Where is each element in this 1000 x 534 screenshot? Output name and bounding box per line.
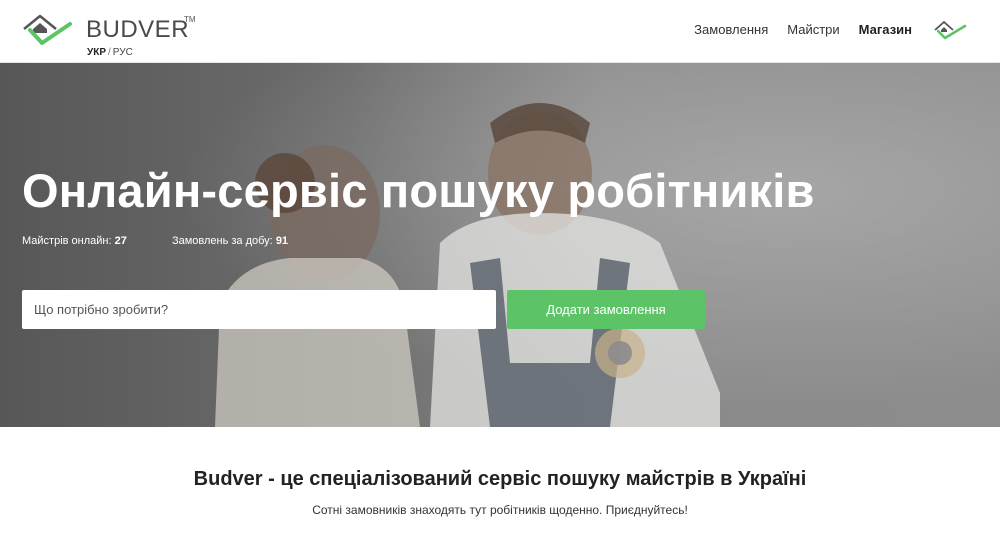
language-switcher: УКР / РУС [87,47,133,58]
add-order-button[interactable]: Додати замовлення [507,290,705,329]
masters-online-stat: Майстрів онлайн: 27 [22,235,127,247]
nav-orders[interactable]: Замовлення [694,22,768,37]
nav-masters[interactable]: Майстри [787,22,839,37]
brand-name: BUDVER [86,16,190,43]
trademark-mark: TM [184,15,196,24]
intro-title: Budver - це спеціалізований сервіс пошук… [193,468,807,490]
nav-shop[interactable]: Магазин [859,22,912,37]
orders-per-day-value: 91 [275,235,289,247]
task-search-input[interactable] [22,290,496,329]
house-check-logo-icon [23,14,72,45]
lang-rus[interactable]: РУС [113,47,133,58]
lang-separator: / [108,47,111,58]
lang-ukr[interactable]: УКР [87,47,106,58]
hero-title: Онлайн-сервіс пошуку робітників [22,164,815,217]
main-nav: Замовлення Майстри Магазин [694,22,912,37]
masters-online-value: 27 [114,235,127,247]
logo-link[interactable]: BUDVER TM [22,12,196,48]
site-header: BUDVER TM УКР / РУС Замовлення Майстри Маг… [0,0,1000,63]
orders-per-day-stat: Замовлень за добу: 91 [172,235,288,247]
masters-online-label: Майстрів онлайн: [22,235,112,247]
hero-section: Онлайн-сервіс пошуку робітників Майстрів… [0,63,1000,427]
intro-subtitle: Сотні замовників знаходять тут робітникі… [312,503,688,517]
stats-bar: Майстрів онлайн: 27 Замовлень за добу: 9… [22,235,288,247]
intro-section: Budver - це спеціалізований сервіс пошук… [0,427,1000,517]
house-check-icon[interactable] [932,19,968,41]
orders-per-day-label: Замовлень за добу: [171,235,273,247]
